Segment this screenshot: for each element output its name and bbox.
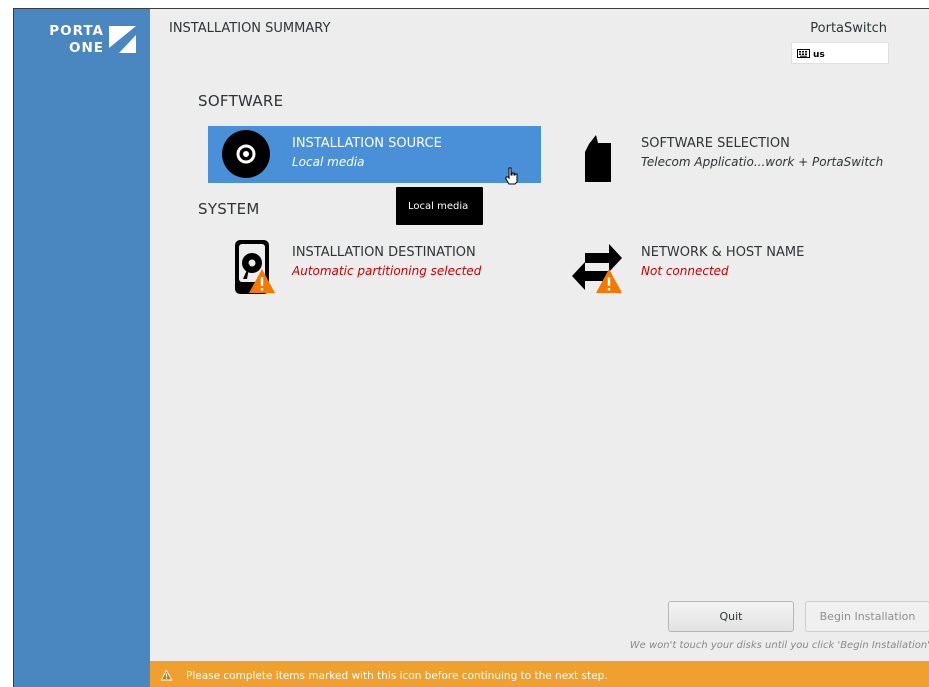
package-icon [585,135,611,182]
installer-window: PORTA ONE INSTALLATION SUMMARY PortaSwit… [13,8,929,687]
page-title: INSTALLATION SUMMARY [169,21,331,36]
section-heading-software: SOFTWARE [198,92,284,110]
spoke-status: Telecom Applicatio...work + PortaSwitch [641,155,884,169]
warning-message: Please complete items marked with this i… [186,670,608,682]
spoke-installation-source[interactable]: INSTALLATION SOURCE Local media [208,126,541,183]
hand-cursor-icon [505,167,518,185]
disk-notice: We won't touch your disks until you clic… [629,640,929,651]
logo-mark-icon [109,26,136,53]
main-content: INSTALLATION SUMMARY PortaSwitch us SOFT… [150,9,929,687]
keyboard-icon [797,49,810,58]
spoke-status: Automatic partitioning selected [292,264,482,278]
logo-wordmark: PORTA ONE [28,23,104,57]
spoke-installation-destination[interactable]: INSTALLATION DESTINATION Automatic parti… [208,235,541,294]
spoke-title: SOFTWARE SELECTION [641,136,790,151]
spoke-status: Local media [292,155,365,169]
keyboard-layout-label: us [813,50,825,60]
sidebar: PORTA ONE [14,9,150,687]
keyboard-layout-indicator[interactable]: us [791,42,889,64]
product-name: PortaSwitch [810,21,887,36]
disc-icon [222,130,270,178]
logo-line2: ONE [69,40,104,56]
spoke-status: Not connected [641,264,729,278]
hard-drive-warning-icon [235,240,275,294]
warning-icon [160,669,173,681]
begin-installation-button[interactable]: Begin Installation [805,601,929,632]
spoke-network-host-name[interactable]: NETWORK & HOST NAME Not connected [557,235,917,293]
spoke-title: INSTALLATION DESTINATION [292,245,476,260]
spoke-title: NETWORK & HOST NAME [641,245,805,260]
quit-button[interactable]: Quit [668,601,794,632]
spoke-title: INSTALLATION SOURCE [292,136,442,151]
tooltip: Local media [396,187,483,225]
warning-bar: Please complete items marked with this i… [150,661,929,687]
portaone-logo: PORTA ONE [28,23,140,63]
section-heading-system: SYSTEM [198,200,260,218]
network-warning-icon [572,244,622,293]
spoke-software-selection[interactable]: SOFTWARE SELECTION Telecom Applicatio...… [557,126,917,183]
logo-line1: PORTA [49,23,104,39]
